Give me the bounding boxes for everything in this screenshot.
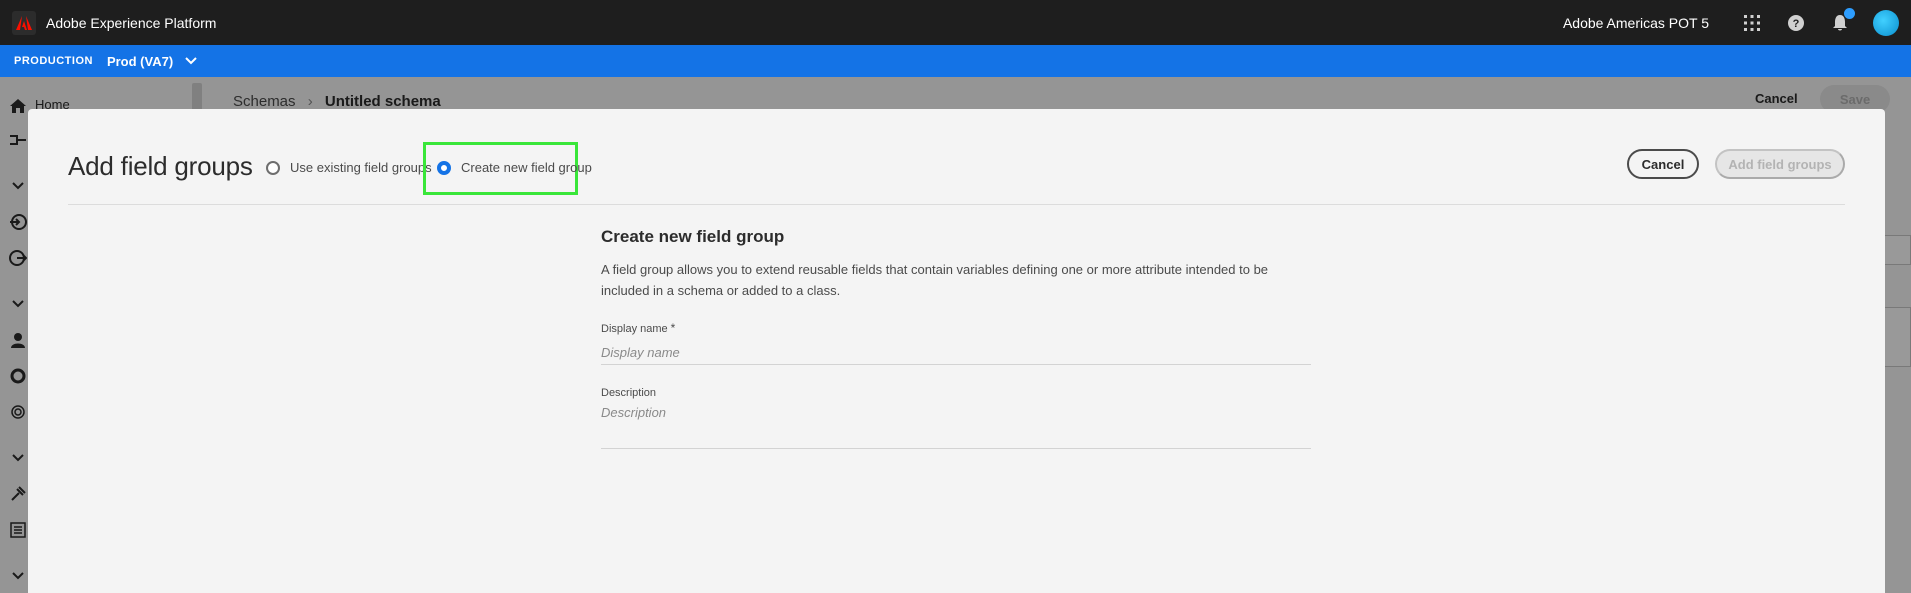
description-textarea[interactable] <box>601 405 1311 449</box>
add-field-groups-dialog: Add field groups Use existing field grou… <box>28 109 1885 593</box>
radio-checked-icon[interactable] <box>437 160 451 175</box>
adobe-logo-icon[interactable] <box>12 10 36 35</box>
create-field-group-form: Create new field group A field group all… <box>601 227 1311 454</box>
help-icon[interactable]: ? <box>1785 12 1807 34</box>
chevron-down-icon[interactable] <box>185 55 197 67</box>
radio-use-existing[interactable]: Use existing field groups <box>266 160 432 175</box>
radio-create-new-label[interactable]: Create new field group <box>461 160 592 175</box>
form-description: A field group allows you to extend reusa… <box>601 262 1269 298</box>
display-name-input[interactable] <box>601 341 1311 365</box>
description-label: Description <box>601 387 657 399</box>
environment-bar: PRODUCTION Prod (VA7) <box>0 45 1911 77</box>
top-bar: Adobe Experience Platform Adobe Americas… <box>0 0 1911 45</box>
notification-badge <box>1844 7 1855 19</box>
svg-text:?: ? <box>1793 18 1800 30</box>
sandbox-switcher[interactable]: Prod (VA7) <box>107 54 173 69</box>
divider <box>68 204 1845 205</box>
display-name-label: Display name * <box>601 321 1311 335</box>
user-avatar[interactable] <box>1873 9 1899 36</box>
dialog-title: Add field groups <box>68 151 253 181</box>
notifications-bell-icon[interactable] <box>1829 7 1855 34</box>
required-asterisk: * <box>670 321 676 335</box>
org-switcher[interactable]: Adobe Americas POT 5 <box>1563 15 1709 31</box>
app-switcher-icon[interactable] <box>1741 12 1763 34</box>
top-bar-actions: Adobe Americas POT 5 ? <box>1563 0 1899 45</box>
environment-label: PRODUCTION <box>14 55 93 67</box>
app-title[interactable]: Adobe Experience Platform <box>46 15 216 31</box>
radio-unchecked-icon[interactable] <box>266 160 280 175</box>
add-field-groups-button[interactable]: Add field groups <box>1715 149 1845 179</box>
cancel-button[interactable]: Cancel <box>1627 149 1699 179</box>
form-heading: Create new field group <box>601 227 785 246</box>
radio-use-existing-label[interactable]: Use existing field groups <box>290 160 432 175</box>
radio-create-new[interactable]: Create new field group <box>437 160 592 175</box>
display-name-label-text: Display name <box>601 323 668 335</box>
